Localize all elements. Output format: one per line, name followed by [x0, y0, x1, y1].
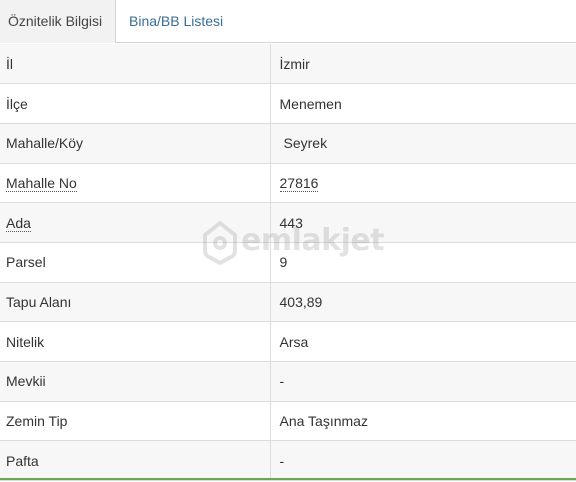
- attribute-table: İl İzmir İlçe Menemen Mahalle/Köy Seyrek…: [0, 44, 576, 482]
- row-label-mahalle-no[interactable]: Mahalle No: [6, 174, 77, 192]
- row-label-nitelik: Nitelik: [0, 321, 270, 362]
- table-row: İl İzmir: [0, 44, 576, 85]
- table-row: Ada 443: [0, 202, 576, 243]
- row-value-parsel: 9: [269, 242, 576, 283]
- row-value-nitelik: Arsa: [269, 321, 576, 362]
- row-label-mahalle-koy: Mahalle/Köy: [0, 123, 270, 164]
- tab-bina-bb-listesi[interactable]: Bina/BB Listesi: [121, 0, 231, 42]
- row-value-il: İzmir: [269, 44, 576, 85]
- row-label-cell: Ada: [0, 202, 270, 243]
- row-label-tapu-alani: Tapu Alanı: [0, 282, 270, 323]
- row-label-parsel: Parsel: [0, 242, 270, 283]
- row-value-cell: Seyrek: [269, 123, 576, 164]
- row-value-ada: 443: [269, 202, 576, 243]
- row-label-cell: Mahalle No: [0, 163, 270, 204]
- tab-bar: Öznitelik Bilgisi Bina/BB Listesi: [0, 0, 576, 43]
- row-value-mahalle-no[interactable]: 27816: [279, 174, 319, 192]
- row-label-ada[interactable]: Ada: [6, 214, 31, 232]
- table-row: Nitelik Arsa: [0, 321, 576, 362]
- row-value-mevkii: -: [269, 361, 576, 402]
- row-label-il: İl: [0, 44, 270, 85]
- table-row: Mahalle No 27816: [0, 163, 576, 204]
- row-value-ilce: Menemen: [269, 83, 576, 124]
- row-label-ilce: İlçe: [0, 83, 270, 124]
- row-value-mahalle-koy: Seyrek: [283, 135, 328, 152]
- table-row: Parsel 9: [0, 242, 576, 283]
- bottom-accent-line: [0, 478, 576, 480]
- row-value-cell: 27816: [269, 163, 576, 204]
- row-value-zemin-tip: Ana Taşınmaz: [269, 401, 576, 442]
- table-row: Pafta -: [0, 440, 576, 482]
- table-row: İlçe Menemen: [0, 83, 576, 124]
- table-row: Mahalle/Köy Seyrek: [0, 123, 576, 164]
- table-row: Zemin Tip Ana Taşınmaz: [0, 401, 576, 442]
- row-label-pafta: Pafta: [0, 440, 270, 482]
- row-value-pafta: -: [269, 440, 576, 482]
- table-row: Tapu Alanı 403,89: [0, 282, 576, 323]
- row-label-mevkii: Mevkii: [0, 361, 270, 402]
- row-label-zemin-tip: Zemin Tip: [0, 401, 270, 442]
- tab-oznitelik-bilgisi[interactable]: Öznitelik Bilgisi: [0, 0, 116, 43]
- row-value-tapu-alani: 403,89: [269, 282, 576, 323]
- table-row: Mevkii -: [0, 361, 576, 402]
